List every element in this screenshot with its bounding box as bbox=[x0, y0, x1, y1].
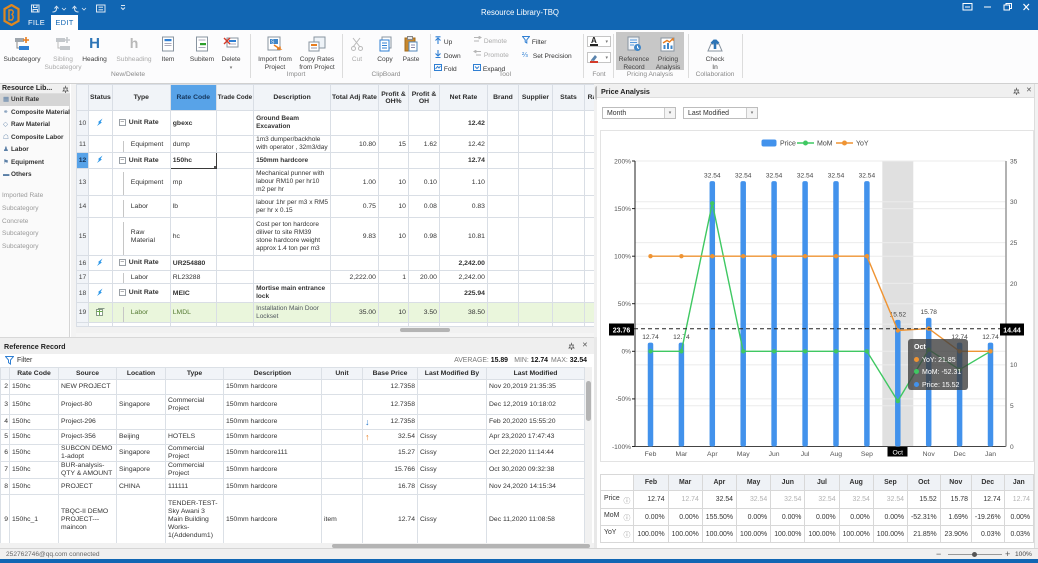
svg-text:32.54: 32.54 bbox=[766, 173, 783, 180]
svg-text:150%: 150% bbox=[614, 206, 631, 213]
svg-text:20: 20 bbox=[1010, 281, 1018, 288]
svg-text:50%: 50% bbox=[618, 301, 631, 308]
svg-text:MoM: MoM bbox=[817, 141, 833, 148]
svg-text:Jan: Jan bbox=[985, 451, 996, 458]
svg-text:May: May bbox=[737, 451, 750, 458]
svg-text:Sep: Sep bbox=[861, 451, 873, 458]
svg-text:32.54: 32.54 bbox=[735, 173, 752, 180]
svg-text:Nov: Nov bbox=[923, 451, 936, 458]
svg-text:32.54: 32.54 bbox=[704, 173, 721, 180]
svg-text:Apr: Apr bbox=[707, 451, 718, 458]
svg-text:YoY: YoY bbox=[856, 141, 869, 148]
svg-text:32.54: 32.54 bbox=[797, 173, 814, 180]
svg-text:12.74: 12.74 bbox=[673, 334, 690, 341]
svg-text:32.54: 32.54 bbox=[859, 173, 876, 180]
svg-text:12.74: 12.74 bbox=[982, 334, 999, 341]
svg-text:10: 10 bbox=[1010, 362, 1018, 369]
svg-text:100%: 100% bbox=[614, 254, 631, 261]
svg-text:Aug: Aug bbox=[830, 451, 842, 458]
svg-text:-100%: -100% bbox=[612, 444, 631, 451]
svg-text:Jun: Jun bbox=[769, 451, 780, 458]
svg-text:0: 0 bbox=[1010, 444, 1014, 451]
svg-text:25: 25 bbox=[1010, 240, 1018, 247]
svg-text:23.76: 23.76 bbox=[613, 327, 631, 334]
svg-text:0%: 0% bbox=[621, 349, 631, 356]
svg-text:Price: Price bbox=[780, 141, 796, 148]
svg-text:35: 35 bbox=[1010, 159, 1018, 166]
svg-text:Oct: Oct bbox=[893, 450, 904, 457]
svg-text:14.44: 14.44 bbox=[1003, 327, 1021, 334]
svg-text:12.74: 12.74 bbox=[642, 334, 659, 341]
svg-text:15.78: 15.78 bbox=[920, 309, 937, 316]
svg-text:Dec: Dec bbox=[954, 451, 967, 458]
svg-text:200%: 200% bbox=[614, 159, 631, 166]
svg-text:5: 5 bbox=[1010, 403, 1014, 410]
svg-text:-50%: -50% bbox=[616, 396, 632, 403]
svg-text:Mar: Mar bbox=[676, 451, 688, 458]
svg-text:Feb: Feb bbox=[645, 451, 657, 458]
svg-text:Jul: Jul bbox=[801, 451, 810, 458]
svg-text:30: 30 bbox=[1010, 199, 1018, 206]
svg-text:32.54: 32.54 bbox=[828, 173, 845, 180]
svg-text:⅔: ⅔ bbox=[522, 52, 528, 58]
